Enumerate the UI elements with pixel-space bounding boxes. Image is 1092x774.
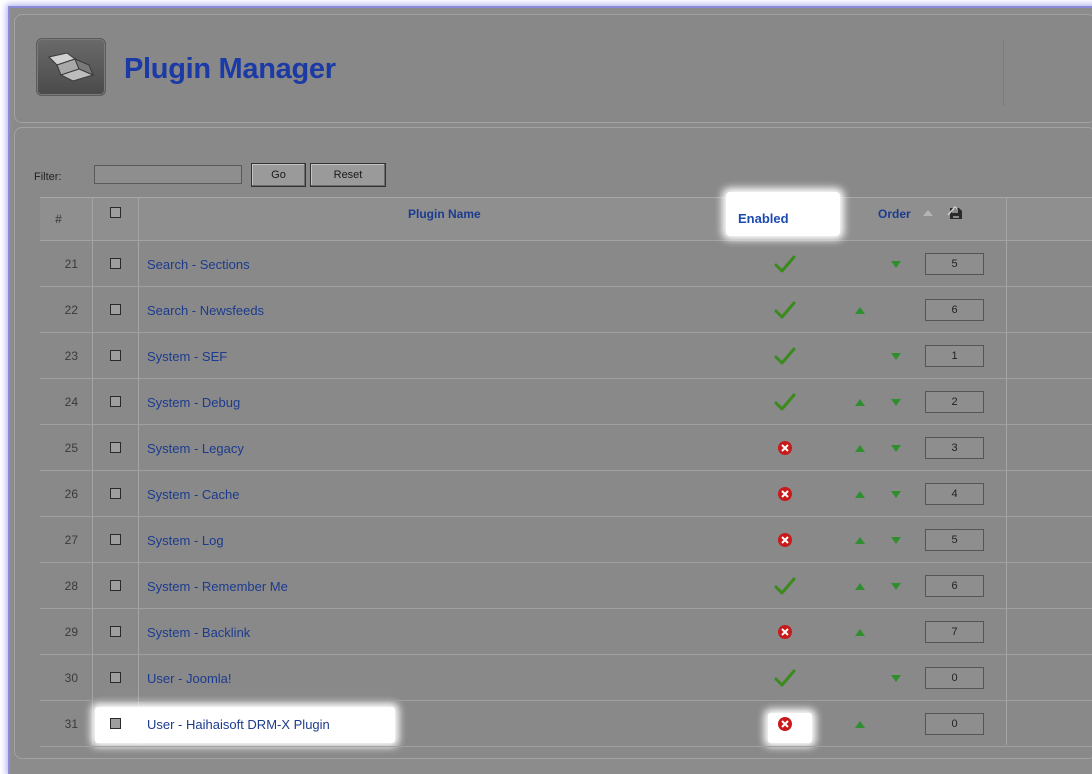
move-down-icon[interactable] [891, 399, 901, 406]
table-row: 30 User - Joomla! 0 [40, 656, 1092, 701]
column-header-num: # [55, 212, 62, 226]
order-input[interactable]: 0 [925, 713, 984, 735]
check-icon[interactable] [774, 393, 796, 411]
order-input[interactable]: 6 [925, 575, 984, 597]
row-checkbox[interactable] [110, 442, 121, 453]
reset-button[interactable]: Reset [310, 163, 386, 187]
move-up-icon[interactable] [855, 721, 865, 728]
plugin-name-link[interactable]: Search - Sections [147, 257, 250, 272]
sort-asc-icon [923, 210, 933, 216]
check-icon[interactable] [774, 301, 796, 319]
move-up-icon[interactable] [855, 583, 865, 590]
row-number: 24 [64, 395, 78, 409]
column-header-plugin-name[interactable]: Plugin Name [408, 207, 481, 221]
move-down-icon[interactable] [891, 353, 901, 360]
move-up-icon[interactable] [855, 629, 865, 636]
table-row: 27 System - Log 5 [40, 518, 1092, 563]
table-row: 26 System - Cache 4 [40, 472, 1092, 517]
row-number: 21 [64, 257, 78, 271]
header-divider [1003, 40, 1004, 106]
move-down-icon[interactable] [891, 583, 901, 590]
order-input[interactable]: 4 [925, 483, 984, 505]
order-input[interactable]: 2 [925, 391, 984, 413]
plugin-name-link[interactable]: System - SEF [147, 349, 227, 364]
table-row: 23 System - SEF 1 [40, 334, 1092, 379]
row-checkbox[interactable] [110, 580, 121, 591]
move-up-icon[interactable] [855, 491, 865, 498]
disabled-x-icon[interactable] [777, 440, 793, 456]
row-number: 23 [64, 349, 78, 363]
row-checkbox[interactable] [110, 488, 121, 499]
check-icon[interactable] [774, 669, 796, 687]
filter-input[interactable] [94, 165, 242, 184]
disabled-x-icon[interactable] [777, 486, 793, 502]
plugin-name-link[interactable]: System - Debug [147, 395, 240, 410]
page-title: Plugin Manager [124, 53, 336, 85]
check-icon[interactable] [774, 577, 796, 595]
row-checkbox[interactable] [110, 350, 121, 361]
row-checkbox[interactable] [110, 718, 121, 729]
plugin-name-link[interactable]: System - Log [147, 533, 224, 548]
plugin-name-link[interactable]: Search - Newsfeeds [147, 303, 264, 318]
move-down-icon[interactable] [891, 445, 901, 452]
row-checkbox[interactable] [110, 258, 121, 269]
save-order-icon[interactable] [947, 205, 965, 221]
column-header-enabled[interactable]: Enabled [738, 211, 789, 226]
go-button[interactable]: Go [251, 163, 306, 187]
order-input[interactable]: 3 [925, 437, 984, 459]
row-checkbox[interactable] [110, 626, 121, 637]
order-input[interactable]: 6 [925, 299, 984, 321]
plugin-name-link[interactable]: System - Backlink [147, 625, 250, 640]
column-header-order[interactable]: Order [878, 207, 911, 221]
plugin-name-link[interactable]: System - Remember Me [147, 579, 288, 594]
row-checkbox[interactable] [110, 304, 121, 315]
order-input[interactable]: 5 [925, 529, 984, 551]
row-number: 25 [64, 441, 78, 455]
order-input[interactable]: 5 [925, 253, 984, 275]
table-row: 28 System - Remember Me 6 [40, 564, 1092, 609]
row-number: 31 [64, 717, 78, 731]
plugin-name-link[interactable]: System - Cache [147, 487, 239, 502]
disabled-x-icon[interactable] [777, 532, 793, 548]
move-down-icon[interactable] [891, 675, 901, 682]
move-up-icon[interactable] [855, 445, 865, 452]
table-row: 22 Search - Newsfeeds 6 [40, 288, 1092, 333]
row-checkbox[interactable] [110, 534, 121, 545]
order-input[interactable]: 0 [925, 667, 984, 689]
disabled-x-icon[interactable] [777, 624, 793, 640]
row-checkbox[interactable] [110, 396, 121, 407]
move-up-icon[interactable] [855, 307, 865, 314]
row-checkbox[interactable] [110, 672, 121, 683]
table-row: 31 User - Haihaisoft DRM-X Plugin 0 [40, 702, 1092, 747]
row-number: 26 [64, 487, 78, 501]
plugin-name-link[interactable]: User - Haihaisoft DRM-X Plugin [147, 717, 330, 732]
row-number: 29 [64, 625, 78, 639]
select-all-checkbox[interactable] [110, 207, 121, 218]
row-number: 28 [64, 579, 78, 593]
table-row: 24 System - Debug 2 [40, 380, 1092, 425]
move-up-icon[interactable] [855, 537, 865, 544]
table-row: 21 Search - Sections 5 [40, 242, 1092, 287]
check-icon[interactable] [774, 255, 796, 273]
row-number: 27 [64, 533, 78, 547]
table-row: 29 System - Backlink 7 [40, 610, 1092, 655]
move-down-icon[interactable] [891, 491, 901, 498]
check-icon[interactable] [774, 347, 796, 365]
row-number: 22 [64, 303, 78, 317]
table-header [40, 197, 1092, 241]
move-down-icon[interactable] [891, 261, 901, 268]
move-up-icon[interactable] [855, 399, 865, 406]
move-down-icon[interactable] [891, 537, 901, 544]
plugin-name-link[interactable]: System - Legacy [147, 441, 244, 456]
order-input[interactable]: 7 [925, 621, 984, 643]
table-row: 25 System - Legacy 3 [40, 426, 1092, 471]
filter-label: Filter: [34, 171, 62, 183]
row-number: 30 [64, 671, 78, 685]
plugin-icon [36, 38, 106, 96]
order-input[interactable]: 1 [925, 345, 984, 367]
plugin-name-link[interactable]: User - Joomla! [147, 671, 232, 686]
disabled-x-icon[interactable] [777, 716, 793, 732]
